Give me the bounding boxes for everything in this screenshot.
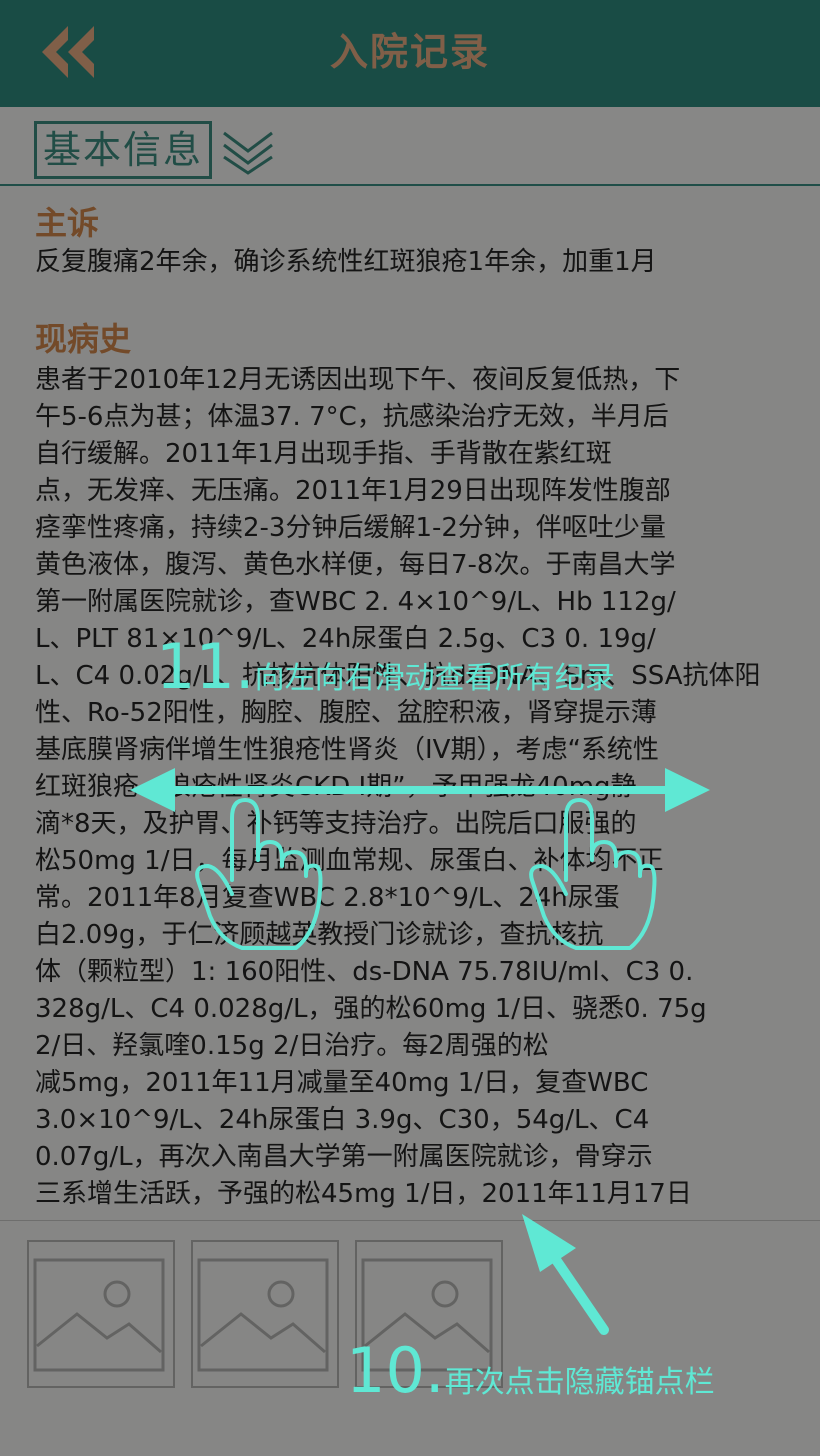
- swipe-hand-left-icon: [195, 798, 323, 950]
- swipe-hand-right-icon: [529, 798, 657, 950]
- step-10-text: 再次点击隐藏锚点栏: [444, 1365, 715, 1400]
- tutorial-step-11: 11.向左向右滑动查看所有纪录: [156, 630, 615, 703]
- tutorial-step-10: 10.再次点击隐藏锚点栏: [346, 1334, 715, 1407]
- step-11-number: 11.: [156, 630, 255, 703]
- step-10-number: 10.: [346, 1334, 445, 1407]
- swipe-arrow-icon: [130, 768, 710, 812]
- step-11-text: 向左向右滑动查看所有纪录: [254, 661, 615, 696]
- pointer-arrow-icon: [522, 1214, 609, 1335]
- tutorial-graphics: [130, 768, 710, 1335]
